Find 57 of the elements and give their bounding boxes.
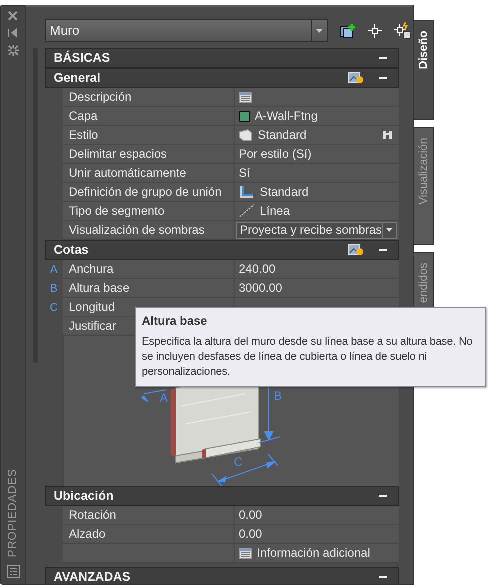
property-value[interactable]: 3000.00 bbox=[239, 281, 282, 295]
property-label: Estilo bbox=[69, 128, 98, 142]
properties-icon[interactable] bbox=[6, 565, 20, 578]
quick-select-icon[interactable] bbox=[348, 243, 364, 257]
section-title: AVANZADAS bbox=[54, 570, 132, 584]
property-value[interactable]: 0.00 bbox=[239, 508, 262, 522]
property-label: Tipo de segmento bbox=[69, 204, 165, 218]
dimension-letter: B bbox=[50, 282, 58, 294]
binoculars-icon[interactable] bbox=[382, 129, 393, 140]
dimension-letter: A bbox=[50, 264, 58, 276]
section-title: Cotas bbox=[54, 243, 90, 257]
quick-select-icon[interactable] bbox=[348, 71, 364, 85]
shadow-dropdown[interactable]: Proyecta y recibe sombras bbox=[236, 222, 397, 238]
section-title: General bbox=[54, 71, 102, 85]
property-label: Rotación bbox=[69, 508, 116, 522]
palette-title: PROPIEDADES bbox=[7, 469, 19, 558]
caret-icon bbox=[316, 28, 323, 32]
close-icon[interactable] bbox=[8, 11, 18, 21]
quick-select-icon[interactable] bbox=[394, 22, 411, 39]
text-editor-icon[interactable] bbox=[239, 92, 252, 102]
section-header[interactable]: Cotas bbox=[45, 240, 399, 260]
property-label: Unir automáticamente bbox=[69, 166, 186, 180]
line-segment-icon bbox=[239, 204, 255, 218]
dimension-letter: C bbox=[50, 302, 58, 314]
auto-hide-icon[interactable] bbox=[8, 28, 18, 38]
wall-style-icon bbox=[239, 128, 253, 142]
property-label: Definición de grupo de unión bbox=[69, 185, 222, 199]
property-label: Anchura bbox=[69, 262, 114, 276]
property-label: Visualización de sombras bbox=[69, 223, 205, 237]
property-label: Delimitar espacios bbox=[69, 147, 168, 161]
section-header[interactable]: General bbox=[45, 68, 399, 88]
section-header[interactable]: AVANZADAS bbox=[45, 567, 399, 584]
layer-swatch-icon bbox=[239, 110, 250, 122]
section-title: BÁSICAS bbox=[54, 51, 112, 65]
tooltip-title: Altura base bbox=[142, 314, 208, 328]
property-label: Justificar bbox=[69, 319, 116, 333]
object-type-dropdown[interactable]: Muro bbox=[45, 19, 328, 42]
section-header[interactable]: BÁSICAS bbox=[45, 48, 399, 68]
section-header[interactable]: Ubicación bbox=[45, 486, 399, 506]
property-label: Descripción bbox=[69, 90, 132, 104]
property-label: Capa bbox=[69, 109, 98, 123]
property-value[interactable]: 0.00 bbox=[239, 527, 262, 541]
property-label: Altura base bbox=[69, 281, 130, 295]
tooltip-text: Especifica la altura del muro desde su línea base a su altura base. No se incluyen desfases de línea de cubierta o línea de suelo ni personalizaciones. bbox=[142, 335, 474, 380]
crosshair-icon[interactable] bbox=[368, 24, 382, 38]
section-title: Ubicación bbox=[54, 489, 115, 503]
wall-joint-icon bbox=[239, 185, 255, 199]
side-tab[interactable]: Diseño bbox=[414, 20, 434, 120]
property-value[interactable]: 240.00 bbox=[239, 262, 276, 276]
info-sheet-icon[interactable] bbox=[239, 548, 252, 558]
property-value[interactable]: Sí bbox=[239, 166, 250, 180]
caret-icon bbox=[386, 228, 394, 232]
property-value[interactable]: Línea bbox=[260, 204, 290, 218]
settings-icon[interactable] bbox=[8, 45, 18, 56]
add-selection-icon[interactable] bbox=[340, 22, 356, 38]
property-label: Alzado bbox=[69, 527, 106, 541]
property-label: Longitud bbox=[69, 300, 116, 314]
